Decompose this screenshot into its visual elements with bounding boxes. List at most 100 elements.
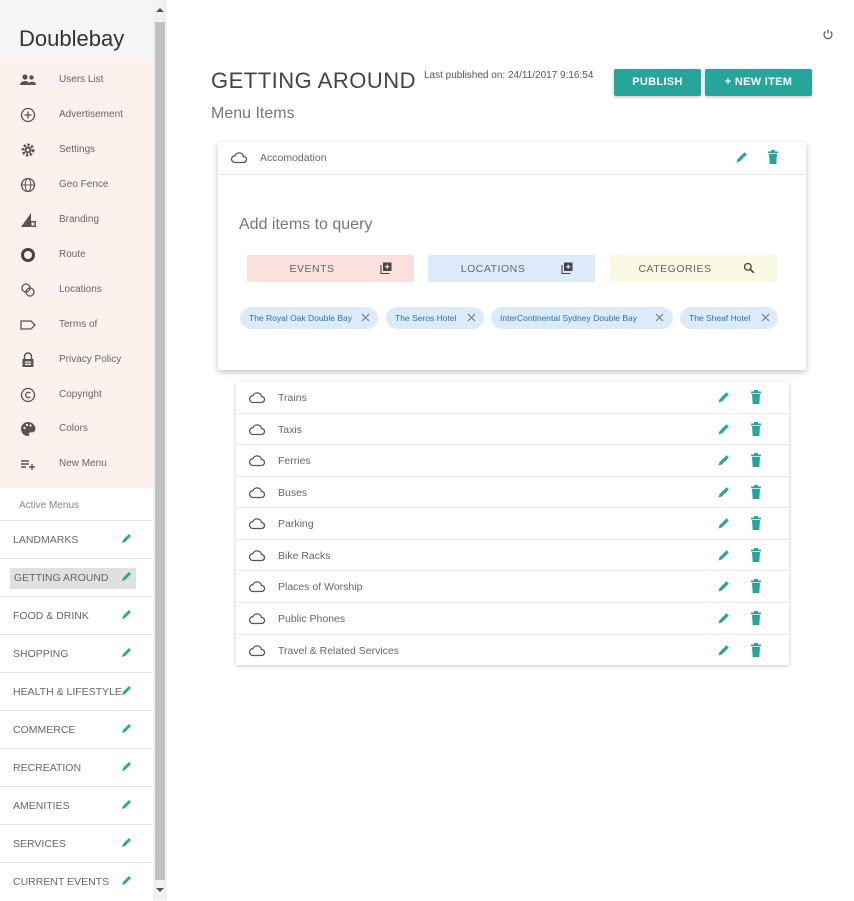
list-item[interactable]: Trains xyxy=(236,382,789,413)
list-item[interactable]: Ferries xyxy=(236,444,789,476)
menu-item-current-events[interactable]: CURRENT EVENTS xyxy=(0,862,153,901)
query-chip[interactable]: InterContinental Sydney Double Bay xyxy=(491,307,673,329)
new-item-button[interactable]: + NEW ITEM xyxy=(705,69,812,96)
sidebar-item-branding[interactable]: Branding xyxy=(0,205,153,235)
power-icon[interactable] xyxy=(822,28,834,40)
pencil-icon[interactable] xyxy=(120,835,134,849)
pencil-icon[interactable] xyxy=(120,607,134,621)
sidebar-item-terms[interactable]: Terms of xyxy=(0,310,153,340)
locations-query-button[interactable]: LOCATIONS xyxy=(428,255,595,282)
sidebar-item-copyright[interactable]: Copyright xyxy=(0,380,153,410)
scrollbar-thumb[interactable] xyxy=(155,22,165,880)
menu-item-amenities[interactable]: AMENITIES xyxy=(0,786,153,825)
query-chip[interactable]: The Sheaf Hotel xyxy=(680,307,778,329)
list-item-label: Places of Worship xyxy=(278,581,363,593)
menu-item-shopping[interactable]: SHOPPING xyxy=(0,634,153,673)
pencil-icon[interactable] xyxy=(120,569,134,583)
menu-item-food-drink[interactable]: FOOD & DRINK xyxy=(0,596,153,635)
branding-icon xyxy=(21,213,36,227)
pencil-icon[interactable] xyxy=(120,873,134,887)
menu-item-services[interactable]: SERVICES xyxy=(0,824,153,863)
query-chip[interactable]: The Royal Oak Double Bay xyxy=(240,307,378,329)
pencil-icon[interactable] xyxy=(120,683,134,697)
scroll-up-arrow-icon[interactable] xyxy=(156,6,164,14)
pencil-icon[interactable] xyxy=(717,390,731,404)
library-add-icon xyxy=(380,262,392,274)
close-icon[interactable] xyxy=(761,313,770,322)
playlist-add-icon xyxy=(21,460,35,470)
pencil-icon[interactable] xyxy=(717,453,731,467)
trash-icon[interactable] xyxy=(750,485,762,499)
publish-button[interactable]: PUBLISH xyxy=(614,69,701,96)
list-item[interactable]: Taxis xyxy=(236,413,789,445)
pencil-icon[interactable] xyxy=(717,548,731,562)
close-icon[interactable] xyxy=(361,313,370,322)
trash-icon[interactable] xyxy=(750,643,762,657)
trash-icon[interactable] xyxy=(750,611,762,625)
scroll-down-arrow-icon[interactable] xyxy=(156,886,164,894)
trash-icon[interactable] xyxy=(767,150,779,164)
expanded-menu-item-card: Accomodation Add items to query EVENTS L… xyxy=(218,142,806,370)
sidebar-item-settings[interactable]: Settings xyxy=(0,135,153,165)
list-item-label: Trains xyxy=(278,392,307,404)
list-item-label: Public Phones xyxy=(278,613,346,625)
list-item[interactable]: Buses xyxy=(236,476,789,508)
pencil-icon[interactable] xyxy=(717,485,731,499)
pencil-icon[interactable] xyxy=(120,797,134,811)
chip-label: The Royal Oak Double Bay xyxy=(249,313,352,323)
sidebar-scrollbar[interactable] xyxy=(153,0,167,900)
sidebar-item-privacy-policy[interactable]: Privacy Policy xyxy=(0,345,153,375)
pencil-icon[interactable] xyxy=(120,531,134,545)
chip-label: InterContinental Sydney Double Bay xyxy=(500,313,638,323)
sidebar-item-label: Settings xyxy=(59,144,96,155)
pencil-icon[interactable] xyxy=(717,516,731,530)
list-item[interactable]: Travel & Related Services xyxy=(236,634,789,666)
sidebar-item-geo-fence[interactable]: Geo Fence xyxy=(0,170,153,200)
label-icon xyxy=(20,320,36,330)
events-query-button[interactable]: EVENTS xyxy=(247,255,414,282)
menu-item-commerce[interactable]: COMMERCE xyxy=(0,710,153,749)
trash-icon[interactable] xyxy=(750,390,762,404)
sidebar-item-colors[interactable]: Colors xyxy=(0,414,153,444)
pencil-icon[interactable] xyxy=(717,579,731,593)
sidebar-item-users-list[interactable]: Users List xyxy=(0,65,153,95)
pencil-icon[interactable] xyxy=(120,759,134,773)
pencil-icon[interactable] xyxy=(120,645,134,659)
pencil-icon[interactable] xyxy=(717,643,731,657)
cloud-icon xyxy=(248,392,266,404)
sidebar-item-label: Terms of xyxy=(59,319,98,330)
trash-icon[interactable] xyxy=(750,579,762,593)
query-chip[interactable]: The Seros Hotel xyxy=(386,307,484,329)
menu-item-landmarks[interactable]: LANDMARKS xyxy=(0,520,153,559)
list-item[interactable]: Bike Racks xyxy=(236,539,789,571)
sidebar-item-label: Advertisement xyxy=(59,109,123,120)
trash-icon[interactable] xyxy=(750,516,762,530)
card-header[interactable]: Accomodation xyxy=(218,142,806,175)
trash-icon[interactable] xyxy=(750,453,762,467)
menu-items-list: Trains Taxis Ferries Buses Parking Bike … xyxy=(236,382,789,665)
list-item[interactable]: Places of Worship xyxy=(236,570,789,602)
active-menus-title: Active Menus xyxy=(19,500,80,511)
trash-icon[interactable] xyxy=(750,422,762,436)
sidebar-item-route[interactable]: Route xyxy=(0,240,153,270)
close-icon[interactable] xyxy=(467,313,476,322)
route-icon xyxy=(21,248,35,262)
close-icon[interactable] xyxy=(655,313,664,322)
pencil-icon[interactable] xyxy=(120,721,134,735)
trash-icon[interactable] xyxy=(750,548,762,562)
pencil-icon[interactable] xyxy=(717,422,731,436)
sidebar-item-advertisement[interactable]: Advertisement xyxy=(0,100,153,130)
menu-item-health-lifestyle[interactable]: HEALTH & LIFESTYLE xyxy=(0,672,153,711)
sidebar-item-new-menu[interactable]: New Menu xyxy=(0,449,153,479)
pencil-icon[interactable] xyxy=(735,150,749,164)
sidebar-item-label: Route xyxy=(59,249,86,260)
menu-item-getting-around[interactable]: GETTING AROUND xyxy=(0,558,153,597)
categories-query-button[interactable]: CATEGORIES xyxy=(610,255,777,282)
list-item[interactable]: Parking xyxy=(236,507,789,539)
list-item[interactable]: Public Phones xyxy=(236,602,789,634)
menu-item-recreation[interactable]: RECREATION xyxy=(0,748,153,787)
sidebar-item-locations[interactable]: Locations xyxy=(0,275,153,305)
pencil-icon[interactable] xyxy=(717,611,731,625)
cloud-icon xyxy=(248,424,266,436)
brand-header: Doublebay xyxy=(0,0,153,58)
